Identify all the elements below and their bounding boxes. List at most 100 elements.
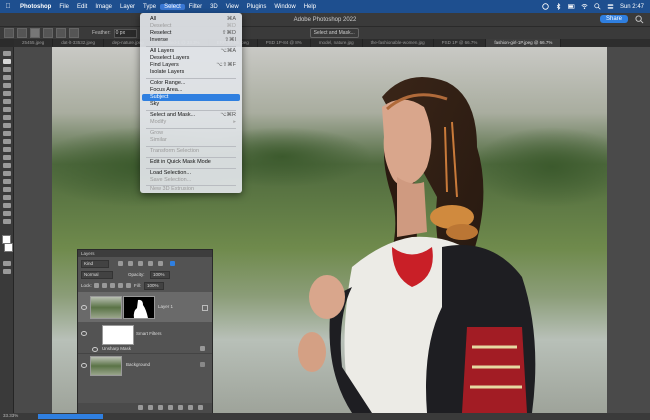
add-mask-icon[interactable] <box>158 405 163 410</box>
filter-options-icon[interactable] <box>200 346 205 351</box>
menu-item-transform-selection[interactable]: Transform Selection <box>140 148 242 155</box>
pen-tool-icon[interactable] <box>2 171 11 176</box>
menu-item-subject[interactable]: Subject <box>142 94 240 101</box>
screen-mode-icon[interactable] <box>2 269 11 274</box>
rectangle-tool-icon[interactable] <box>2 195 11 200</box>
menu-item-sky[interactable]: Sky <box>140 101 242 108</box>
menu-item-grow[interactable]: Grow <box>140 130 242 137</box>
smart-filters-label[interactable]: Smart Filters <box>136 331 162 336</box>
menubar-clock[interactable]: Sun 2:47 <box>620 4 644 10</box>
menu-item-inverse[interactable]: Inverse ⇧⌘I <box>140 37 242 44</box>
layer-name[interactable]: Layer 1 <box>158 304 173 309</box>
menu-item-similar[interactable]: Similar <box>140 137 242 144</box>
menu-item-all[interactable]: All ⌘A <box>140 16 242 23</box>
layer-row-layer-1[interactable]: Layer 1 <box>78 292 212 322</box>
move-tool-icon[interactable] <box>2 51 11 56</box>
tab-document-active[interactable]: fashion-girl-1P.jpeg @ 66.7% <box>486 39 562 47</box>
menu-window[interactable]: Window <box>270 4 299 10</box>
background-color-swatch[interactable] <box>4 243 13 252</box>
menu-plugins[interactable]: Plugins <box>243 4 271 10</box>
menu-file[interactable]: File <box>55 4 73 10</box>
blend-mode-dropdown[interactable]: Normal <box>81 271 113 279</box>
visibility-eye-icon[interactable] <box>81 363 87 368</box>
link-layers-icon[interactable] <box>138 405 143 410</box>
type-tool-icon[interactable] <box>2 179 11 184</box>
layer-row-unsharp-mask[interactable]: Unsharp Mask <box>78 345 212 353</box>
share-button[interactable]: Share <box>599 15 628 23</box>
search-icon[interactable] <box>635 15 644 24</box>
new-selection-icon[interactable] <box>30 28 40 38</box>
menu-item-color-range[interactable]: Color Range... <box>140 80 242 87</box>
menu-help[interactable]: Help <box>300 4 320 10</box>
filter-shape-icon[interactable] <box>148 261 153 266</box>
filter-smart-object-icon[interactable] <box>158 261 163 266</box>
menu-layer[interactable]: Layer <box>116 4 139 10</box>
object-select-tool-icon[interactable] <box>2 75 11 80</box>
crop-tool-icon[interactable] <box>2 83 11 88</box>
menu-edit[interactable]: Edit <box>73 4 91 10</box>
trash-icon[interactable] <box>198 405 203 410</box>
visibility-eye-icon[interactable] <box>81 331 87 336</box>
layer-name[interactable]: Background <box>126 362 150 367</box>
lasso-tool-icon[interactable] <box>2 67 11 72</box>
lock-artboard-icon[interactable] <box>118 283 123 288</box>
menu-item-focus-area[interactable]: Focus Area... <box>140 87 242 94</box>
wifi-icon[interactable] <box>581 3 588 10</box>
visibility-eye-icon[interactable] <box>92 347 98 352</box>
filter-toggle-icon[interactable] <box>170 261 175 266</box>
menu-filter[interactable]: Filter <box>185 4 206 10</box>
quick-mask-icon[interactable] <box>2 261 11 266</box>
zoom-level[interactable]: 33.33% <box>3 413 18 418</box>
layer-row-background[interactable]: Background <box>78 353 212 376</box>
menu-item-save-selection[interactable]: Save Selection... <box>140 177 242 184</box>
home-icon[interactable] <box>4 28 14 38</box>
add-selection-icon[interactable] <box>43 28 53 38</box>
lock-pixels-icon[interactable] <box>94 283 99 288</box>
path-select-icon[interactable] <box>2 187 11 192</box>
gradient-tool-icon[interactable] <box>2 147 11 152</box>
opacity-input[interactable]: 100% <box>150 271 170 279</box>
intersect-selection-icon[interactable] <box>69 28 79 38</box>
frame-tool-icon[interactable] <box>2 91 11 96</box>
adjustment-layer-icon[interactable] <box>168 405 173 410</box>
tab-document[interactable]: PSD 1P @ 66.7% <box>434 39 487 47</box>
fill-input[interactable]: 100% <box>144 282 164 290</box>
menu-item-select-and-mask[interactable]: Select and Mask... ⌥⌘R <box>140 112 242 119</box>
select-and-mask-button[interactable]: Select and Mask... <box>309 28 359 38</box>
subtract-selection-icon[interactable] <box>56 28 66 38</box>
tab-document[interactable]: 25455.jpeg <box>14 39 54 47</box>
menu-view[interactable]: View <box>222 4 243 10</box>
battery-icon[interactable] <box>567 3 575 10</box>
menu-app-name[interactable]: Photoshop <box>16 4 55 10</box>
dodge-tool-icon[interactable] <box>2 163 11 168</box>
menu-select[interactable]: Select <box>160 3 185 10</box>
menu-item-isolate-layers[interactable]: Isolate Layers <box>140 69 242 76</box>
menu-3d[interactable]: 3D <box>206 4 222 10</box>
brush-tool-icon[interactable] <box>2 115 11 120</box>
eraser-tool-icon[interactable] <box>2 139 11 144</box>
tab-document[interactable]: the-fashionable-women.jpg <box>363 39 434 47</box>
healing-brush-icon[interactable] <box>2 107 11 112</box>
menu-item-reselect[interactable]: Reselect ⇧⌘D <box>140 30 242 37</box>
menu-item-deselect-layers[interactable]: Deselect Layers <box>140 55 242 62</box>
lock-all-icon[interactable] <box>126 283 131 288</box>
apple-icon[interactable]:  <box>0 3 16 10</box>
bluetooth-icon[interactable] <box>555 3 562 10</box>
history-brush-icon[interactable] <box>2 131 11 136</box>
filter-name[interactable]: Unsharp Mask <box>102 346 131 351</box>
menu-item-load-selection[interactable]: Load Selection... <box>140 170 242 177</box>
smart-filter-mask-thumbnail[interactable] <box>102 325 134 345</box>
menu-item-find-layers[interactable]: Find Layers ⌥⇧⌘F <box>140 62 242 69</box>
clone-stamp-icon[interactable] <box>2 123 11 128</box>
control-center-icon[interactable] <box>607 3 614 10</box>
more-tools-icon[interactable] <box>2 219 11 224</box>
tab-document[interactable]: model, nature.jpg <box>311 39 363 47</box>
layer-style-icon[interactable] <box>148 405 153 410</box>
new-group-icon[interactable] <box>178 405 183 410</box>
filter-pixel-icon[interactable] <box>118 261 123 266</box>
menu-item-new-3d-extrusion[interactable]: New 3D Extrusion <box>140 186 242 193</box>
zoom-tool-icon[interactable] <box>2 211 11 216</box>
feather-input[interactable]: 0 px <box>113 28 137 38</box>
layer-thumbnail[interactable] <box>90 356 122 376</box>
tab-document[interactable]: dat-lt-33532.jpeg <box>53 39 105 47</box>
